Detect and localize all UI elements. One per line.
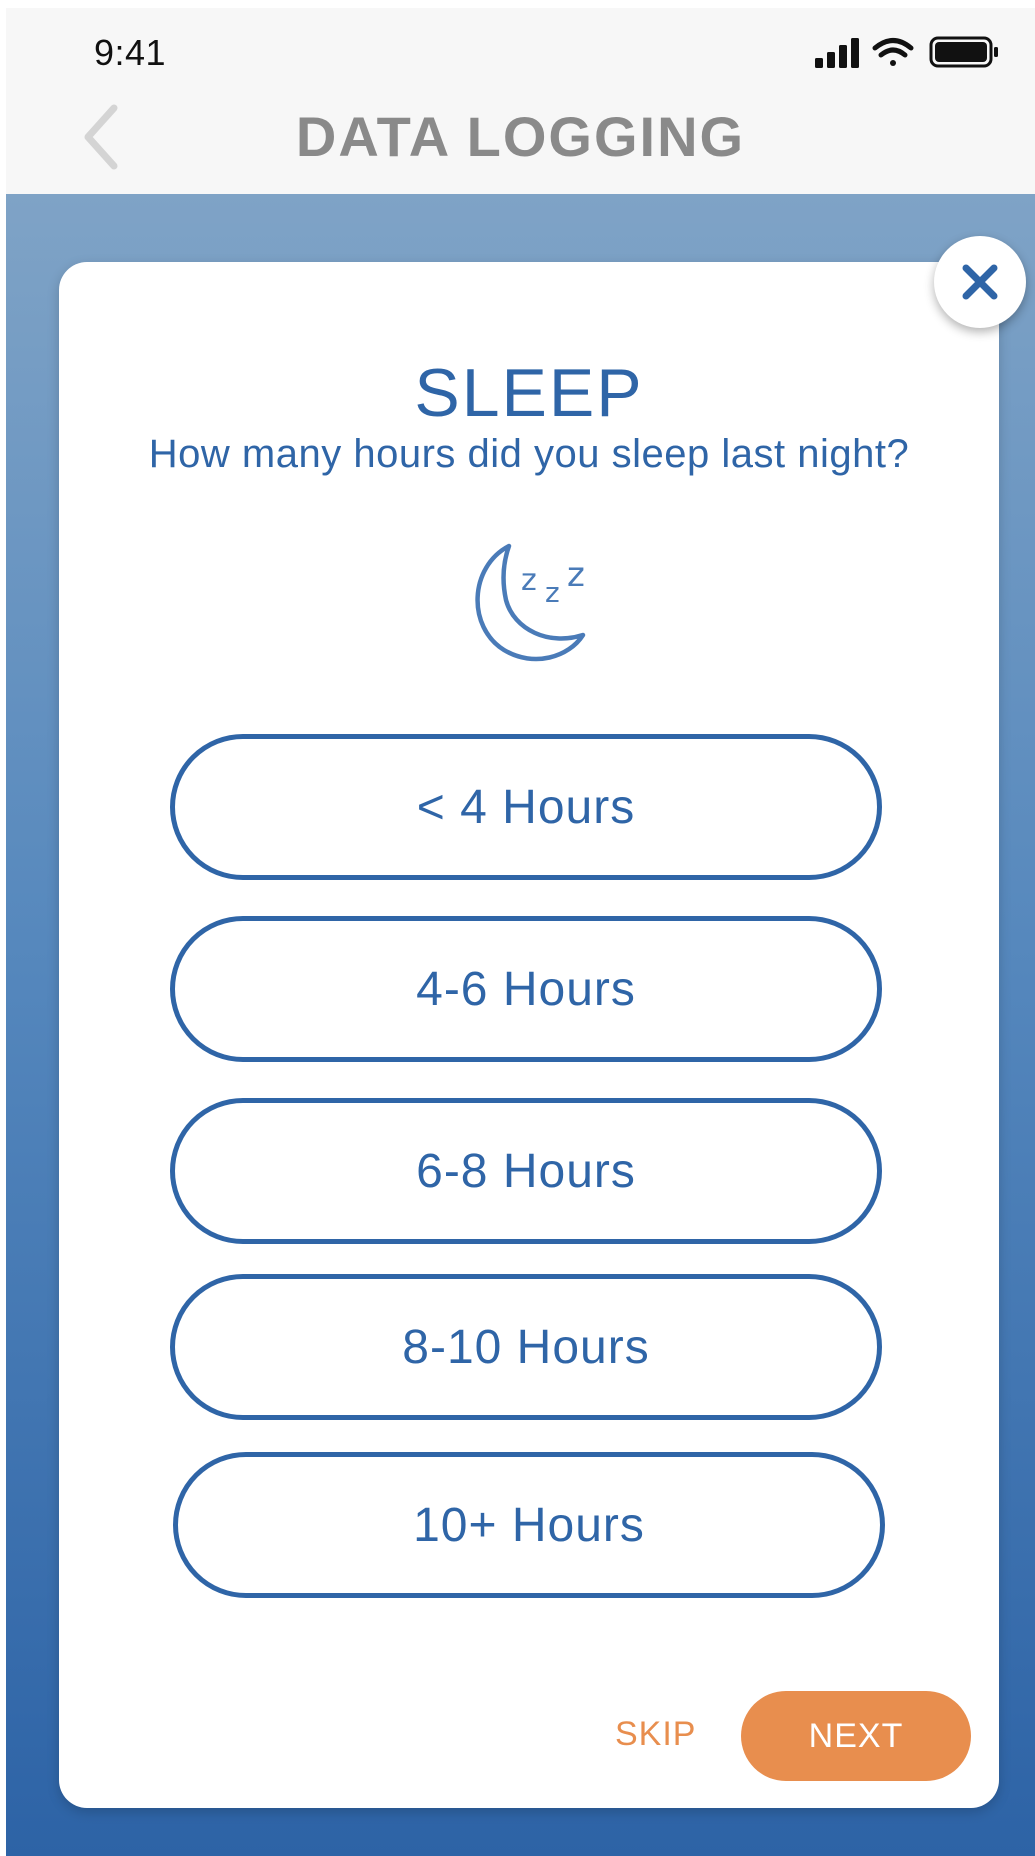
close-button[interactable] (934, 236, 1026, 328)
wifi-icon (872, 38, 914, 66)
option-less-than-4-hours[interactable]: < 4 Hours (170, 734, 882, 880)
option-6-8-hours[interactable]: 6-8 Hours (170, 1098, 882, 1244)
svg-text:z: z (521, 563, 537, 598)
skip-button[interactable]: SKIP (615, 1715, 696, 1754)
option-8-10-hours[interactable]: 8-10 Hours (170, 1274, 882, 1420)
modal-title: SLEEP (414, 355, 644, 431)
modal-question: How many hours did you sleep last night? (148, 432, 910, 476)
sleeping-moon-icon: z z z (475, 543, 586, 662)
status-icons (815, 36, 998, 68)
next-button[interactable]: NEXT (741, 1691, 971, 1781)
status-time: 9:41 (94, 32, 167, 73)
battery-icon (929, 36, 998, 68)
svg-text:z: z (545, 576, 560, 609)
top-bar: 9:41 DATA LOGGING (6, 8, 1035, 194)
svg-text:z: z (567, 555, 585, 595)
option-4-6-hours[interactable]: 4-6 Hours (170, 916, 882, 1062)
sleep-modal-card: SLEEP How many hours did you sleep last … (59, 262, 999, 1808)
close-icon (962, 264, 998, 300)
cellular-signal-icon (815, 38, 859, 68)
page-title: DATA LOGGING (295, 105, 746, 168)
app-screen: 9:41 DATA LOGGING SLEEP How many hours d… (6, 8, 1035, 1856)
option-10-plus-hours[interactable]: 10+ Hours (173, 1452, 885, 1598)
